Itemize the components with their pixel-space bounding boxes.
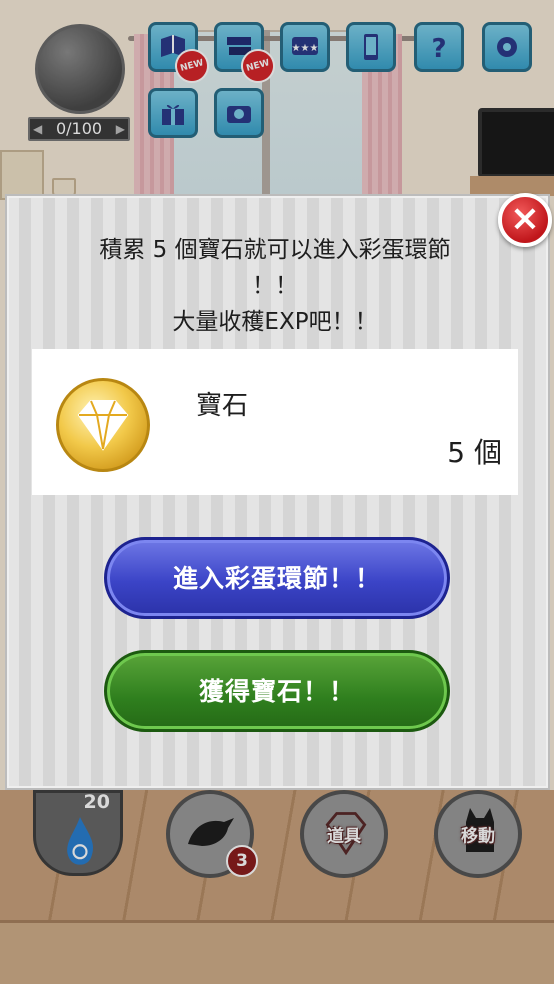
get-gems-button[interactable]: 獲得寶石！！ [104, 650, 450, 732]
close-icon: × [509, 198, 541, 239]
dialog-message: 積累 5 個寶石就可以進入彩蛋環節 ！！ 大量收穫EXP吧！！ [60, 232, 490, 340]
message-line-2: ！！ [252, 273, 298, 299]
gem-icon [56, 378, 150, 472]
close-button[interactable]: × [498, 193, 552, 247]
diamond-icon [77, 400, 129, 451]
message-line-1: 積累 5 個寶石就可以進入彩蛋環節 [99, 237, 451, 263]
item-count: 5 個 [447, 436, 502, 469]
message-line-3: 大量收穫EXP吧！！ [172, 309, 378, 335]
item-name: 寶石 [196, 391, 249, 421]
gem-info-card: 寶石 5 個 [32, 349, 518, 495]
enter-bonus-button[interactable]: 進入彩蛋環節！！ [104, 537, 450, 619]
